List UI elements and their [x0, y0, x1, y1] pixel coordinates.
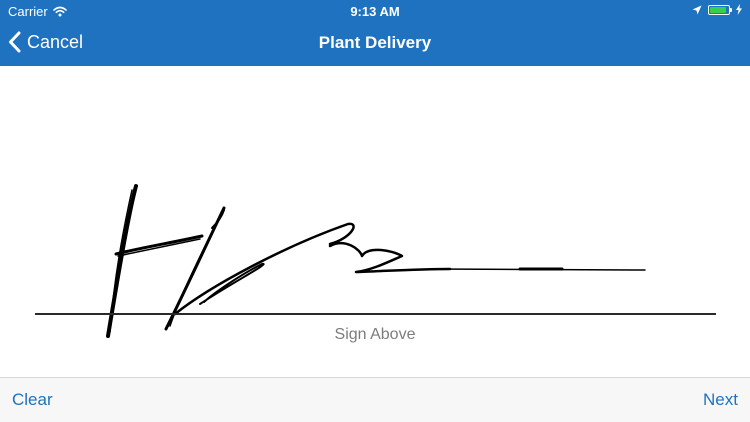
- navigation-bar: Cancel Plant Delivery: [0, 22, 750, 66]
- signature-pad[interactable]: Sign Above: [0, 66, 750, 377]
- charging-bolt-icon: [736, 4, 742, 15]
- signature-stroke: [199, 262, 265, 305]
- bottom-toolbar: Clear Next: [0, 377, 750, 422]
- battery-icon: [708, 4, 732, 15]
- sign-above-label: Sign Above: [334, 326, 416, 343]
- next-button[interactable]: Next: [703, 390, 738, 410]
- location-arrow-icon: [692, 5, 702, 14]
- signature-stroke: [114, 234, 204, 256]
- battery-level: [710, 6, 727, 13]
- status-indicators: [686, 4, 742, 15]
- signature-stroke: [117, 238, 201, 257]
- signature-stroke: [328, 241, 452, 274]
- clear-button[interactable]: Clear: [12, 390, 53, 410]
- signature-line: [35, 313, 716, 315]
- status-time: 9:13 AM: [350, 4, 400, 19]
- page-title: Plant Delivery: [318, 33, 432, 52]
- status-bar: Carrier 9:13 AM: [0, 0, 750, 22]
- top-bar: Carrier 9:13 AM Cancel Plant Delivery: [0, 0, 750, 66]
